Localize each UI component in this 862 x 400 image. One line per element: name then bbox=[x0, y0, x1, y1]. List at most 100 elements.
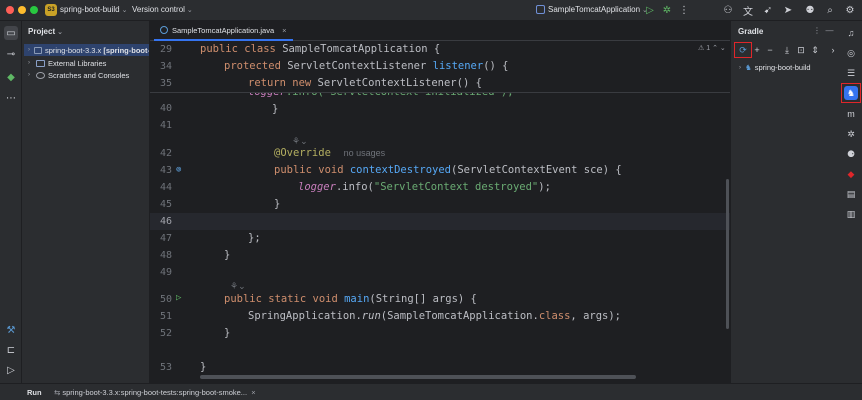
gradle-tree-root[interactable]: › ♞ spring-boot-build bbox=[739, 63, 811, 72]
line-number: 44 bbox=[159, 182, 172, 193]
more-tools-icon[interactable]: ⋯ bbox=[4, 91, 18, 105]
status-bar: Run ⇆ spring-boot-3.3.x:spring-boot-test… bbox=[0, 383, 862, 400]
code-line: public void contextDestroyed(ServletCont… bbox=[274, 164, 622, 176]
run-config-tab[interactable]: ⇆ spring-boot-3.3.x:spring-boot-tests:sp… bbox=[54, 388, 256, 397]
project-selector[interactable]: spring-boot-build ⌄ bbox=[60, 5, 127, 14]
line-number: 43 bbox=[159, 165, 172, 176]
commit-tool-icon[interactable]: ⊸ bbox=[4, 47, 18, 61]
maven-icon[interactable]: m bbox=[844, 107, 858, 121]
run-tab[interactable]: Run bbox=[27, 388, 42, 397]
gradle-panel: Gradle ⋮ — ⟳ + − ⤓ ⊡ ⇕ › › ♞ spring-boot… bbox=[730, 21, 840, 383]
line-number: 53 bbox=[159, 362, 172, 373]
line-number: 29 bbox=[159, 44, 172, 55]
tab-sample-tomcat-application[interactable]: SampleTomcatApplication.java × bbox=[154, 21, 293, 41]
tree-item-label: spring-boot-3.3.x bbox=[44, 45, 102, 55]
code-line: public class SampleTomcatApplication { bbox=[200, 43, 441, 55]
plugin-icon[interactable]: ➹ bbox=[761, 3, 775, 17]
run-icon[interactable]: ▷ bbox=[643, 3, 657, 17]
structure-icon[interactable]: ⊏ bbox=[4, 343, 18, 357]
vertical-scrollbar[interactable] bbox=[726, 179, 729, 329]
translate-icon[interactable]: 文 bbox=[741, 3, 755, 18]
run-config-icon: ⇆ bbox=[54, 388, 61, 397]
warning-count: 1 bbox=[706, 45, 711, 52]
chevron-down-icon: ⌄ bbox=[186, 7, 193, 14]
chevron-right-icon: › bbox=[28, 60, 30, 66]
project-panel: Project ⌄ › spring-boot-3.3.x [spring-boo… bbox=[22, 21, 150, 383]
search-icon[interactable]: ⌕ bbox=[823, 3, 837, 17]
project-panel-title[interactable]: Project ⌄ bbox=[28, 27, 63, 36]
chevron-right-icon[interactable]: › bbox=[827, 44, 839, 56]
debug-icon[interactable]: ✲ bbox=[660, 3, 674, 17]
expand-all-icon[interactable]: ⇕ bbox=[809, 44, 821, 56]
ai-assistant-icon[interactable]: ◎ bbox=[844, 46, 858, 60]
scratches-icon bbox=[36, 71, 45, 79]
line-number: 35 bbox=[159, 78, 172, 89]
project-panel-title-label: Project bbox=[28, 27, 56, 36]
version-control-selector[interactable]: Version control ⌄ bbox=[132, 5, 193, 14]
library-icon bbox=[36, 59, 45, 67]
editor-tab-bar: SampleTomcatApplication.java × bbox=[150, 21, 730, 41]
run-tool-icon[interactable]: ▷ bbox=[4, 363, 18, 377]
endpoints-icon[interactable]: ⚈ bbox=[844, 147, 858, 161]
code-line: public static void main(String[] args) { bbox=[224, 293, 477, 305]
ai-hint-icon[interactable]: ⚘⌄ bbox=[230, 281, 246, 292]
usages-hint[interactable]: no usages bbox=[344, 148, 386, 158]
sticky-lines: 29 public class SampleTomcatApplication … bbox=[150, 41, 730, 93]
add-icon[interactable]: + bbox=[751, 44, 763, 56]
android-icon[interactable]: ◆ bbox=[4, 70, 18, 84]
notifications-icon[interactable]: ♫ bbox=[844, 26, 858, 40]
close-icon[interactable]: × bbox=[282, 26, 286, 35]
project-badge: S3 bbox=[45, 4, 57, 16]
document-icon[interactable]: ▤ bbox=[844, 187, 858, 201]
close-icon[interactable]: × bbox=[251, 388, 255, 397]
current-line-highlight bbox=[150, 213, 730, 230]
minimize-window-button[interactable] bbox=[18, 6, 26, 14]
more-icon[interactable]: ⋮ — bbox=[813, 26, 833, 35]
code-line: } bbox=[272, 103, 279, 115]
redis-icon[interactable]: ◆ bbox=[844, 167, 858, 181]
code-editor[interactable]: 40 logger.info("ServletContext initializ… bbox=[150, 41, 730, 383]
tree-item-external-libraries[interactable]: › External Libraries bbox=[28, 57, 106, 69]
plugin-tool-icon[interactable]: ✲ bbox=[844, 127, 858, 141]
send-icon[interactable]: ➤ bbox=[781, 3, 795, 17]
folder-icon bbox=[34, 46, 42, 54]
tree-item-scratches[interactable]: › Scratches and Consoles bbox=[28, 69, 129, 81]
tree-item-suffix: [spring-boot- bbox=[103, 45, 150, 55]
left-tool-strip: ▭ ⊸ ◆ ⋯ ⚒ ⊏ ▷ bbox=[0, 21, 22, 383]
run-config-selector[interactable]: SampleTomcatApplication ⌄ bbox=[536, 5, 648, 14]
code-line: protected ServletContextListener listene… bbox=[224, 60, 509, 72]
more-icon[interactable]: ⋮ bbox=[677, 3, 691, 17]
code-line: return new ServletContextListener() { bbox=[248, 77, 482, 89]
gear-icon[interactable]: ⚙ bbox=[843, 3, 857, 17]
gradle-root-label: spring-boot-build bbox=[754, 63, 811, 72]
tree-item-label: External Libraries bbox=[48, 58, 107, 68]
reload-highlight bbox=[734, 42, 752, 58]
ai-hint-icon[interactable]: ⚘⌄ bbox=[292, 136, 308, 147]
warning-indicator[interactable]: ⚠ 1 ⌃ ⌄ bbox=[698, 44, 726, 52]
maximize-window-button[interactable] bbox=[30, 6, 38, 14]
toggle-offline-icon[interactable]: ⊡ bbox=[795, 44, 807, 56]
download-icon[interactable]: ⤓ bbox=[781, 44, 793, 56]
horizontal-scrollbar[interactable] bbox=[200, 375, 636, 379]
bookmarks-icon[interactable]: ▥ bbox=[844, 207, 858, 221]
line-number: 50 bbox=[159, 294, 172, 305]
code-with-me-icon[interactable]: ⚉ bbox=[803, 3, 817, 17]
database-icon[interactable]: ☰ bbox=[844, 66, 858, 80]
override-gutter-icon[interactable]: ⊚ bbox=[176, 165, 186, 175]
close-window-button[interactable] bbox=[6, 6, 14, 14]
run-gutter-icon[interactable]: ▷ bbox=[176, 293, 186, 303]
line-number: 41 bbox=[159, 120, 172, 131]
project-tool-icon[interactable]: ▭ bbox=[4, 26, 18, 40]
run-config-icon bbox=[536, 5, 545, 14]
line-number: 51 bbox=[159, 311, 172, 322]
tree-item-spring-boot[interactable]: › spring-boot-3.3.x [spring-boot- bbox=[24, 44, 150, 56]
code-line: SpringApplication.run(SampleTomcatApplic… bbox=[248, 310, 621, 322]
line-number: 40 bbox=[159, 103, 172, 114]
code-line: logger.info("ServletContext destroyed"); bbox=[298, 181, 551, 193]
code-line: } bbox=[274, 198, 281, 210]
code-line: } bbox=[224, 249, 231, 261]
title-bar: S3 spring-boot-build ⌄ Version control ⌄ S… bbox=[0, 0, 862, 21]
remove-icon[interactable]: − bbox=[764, 44, 776, 56]
build-icon[interactable]: ⚒ bbox=[4, 323, 18, 337]
account-icon[interactable]: ⚇ bbox=[721, 3, 735, 17]
